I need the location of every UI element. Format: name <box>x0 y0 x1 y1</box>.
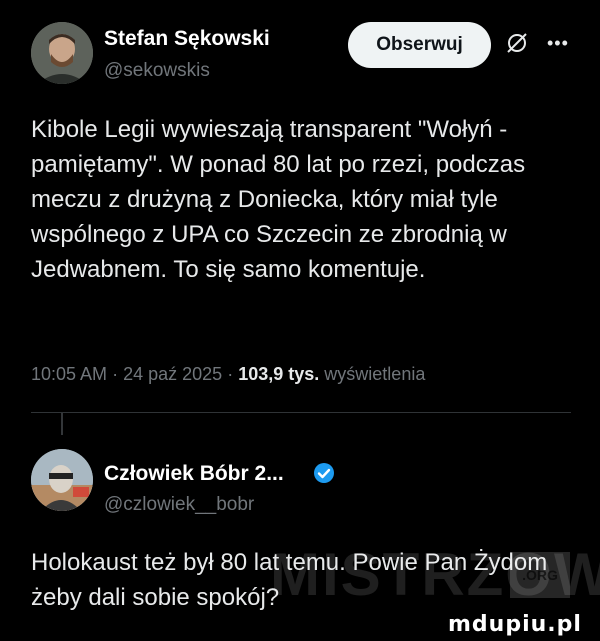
reply-author-handle[interactable]: @czlowiek__bobr <box>104 494 254 516</box>
meta-separator: · <box>112 364 119 384</box>
author-handle[interactable]: @sekowskis <box>104 60 210 82</box>
meta-separator: · <box>227 364 234 384</box>
author-name[interactable]: Stefan Sękowski <box>104 27 270 51</box>
author-avatar[interactable] <box>31 22 93 84</box>
post-meta: 10:05 AM · 24 paź 2025 · 103,9 tys. wyśw… <box>31 364 425 385</box>
grok-icon[interactable] <box>504 30 530 56</box>
thread-line <box>61 413 63 435</box>
reply-author-name[interactable]: Człowiek Bóbr 2... <box>104 462 284 486</box>
views-count: 103,9 tys. <box>238 364 320 384</box>
views-label: wyświetlenia <box>324 364 426 384</box>
watermark-badge: .ORG <box>510 552 570 598</box>
post-time[interactable]: 10:05 AM <box>31 364 107 384</box>
divider <box>31 412 571 413</box>
verified-badge-icon <box>314 463 334 483</box>
follow-button[interactable]: Obserwuj <box>348 22 491 68</box>
more-options-icon[interactable]: ••• <box>547 33 569 54</box>
reply-author-avatar[interactable] <box>31 449 93 511</box>
site-watermark: mdupiu.pl <box>448 612 582 637</box>
post-text: Kibole Legii wywieszają transparent "Woł… <box>31 116 526 283</box>
post-date[interactable]: 24 paź 2025 <box>123 364 222 384</box>
